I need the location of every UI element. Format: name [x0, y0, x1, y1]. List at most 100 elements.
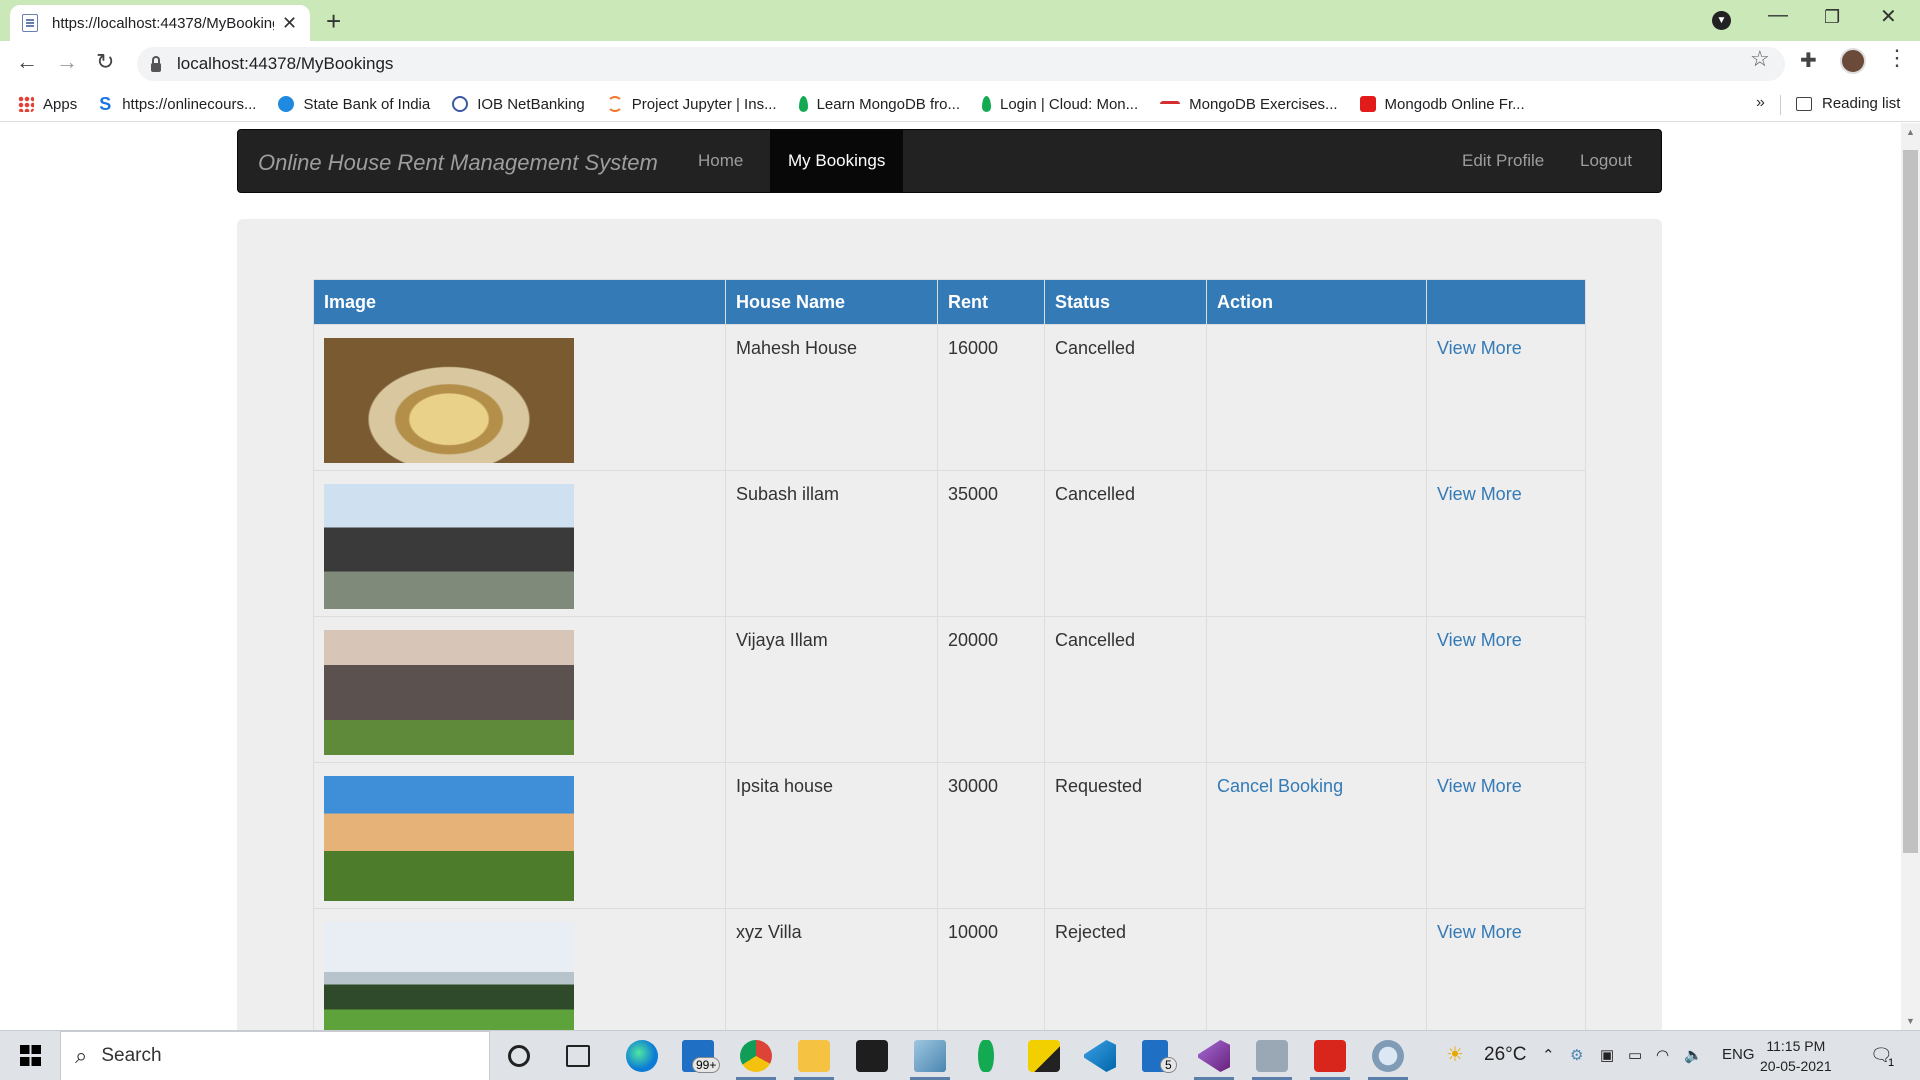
bookmark-star-icon[interactable]: ☆	[1750, 46, 1770, 72]
view-more-link[interactable]: View More	[1437, 922, 1522, 942]
mongodb-compass-icon[interactable]	[978, 1040, 994, 1072]
task-view-icon[interactable]	[566, 1045, 590, 1067]
mongodb-leaf-icon	[798, 96, 808, 112]
nav-edit-profile[interactable]: Edit Profile	[1444, 130, 1562, 192]
show-hidden-icons-icon[interactable]: ⌃	[1542, 1046, 1555, 1064]
bookmark-jupyter[interactable]: Project Jupyter | Ins...	[606, 96, 777, 113]
image-cell	[313, 616, 726, 763]
tools-app-icon[interactable]	[1256, 1040, 1288, 1072]
view-more-link[interactable]: View More	[1437, 484, 1522, 504]
view-more-link[interactable]: View More	[1437, 630, 1522, 650]
house-name-cell: Vijaya Illam	[725, 616, 938, 763]
image-cell	[313, 908, 726, 1030]
bookmark-apps[interactable]: Apps	[18, 96, 77, 113]
windows-start-icon[interactable]	[20, 1045, 41, 1066]
nav-logout[interactable]: Logout	[1562, 130, 1650, 192]
scroll-up-icon[interactable]: ▲	[1906, 127, 1915, 137]
profile-avatar[interactable]	[1840, 48, 1866, 74]
bookmark-mongodb-cloud[interactable]: Login | Cloud: Mon...	[982, 96, 1138, 113]
w3resource-icon	[1160, 101, 1181, 107]
bookmark-sbi[interactable]: State Bank of India	[278, 96, 430, 113]
minimize-icon[interactable]: —	[1768, 4, 1788, 27]
bookmarks-bar: Apps Shttps://onlinecours... State Bank …	[0, 87, 1920, 122]
tray-device-icon[interactable]: ▣	[1600, 1046, 1614, 1064]
visual-studio-icon[interactable]	[1198, 1040, 1230, 1072]
tray-app-icon[interactable]: ⚙	[1570, 1046, 1583, 1064]
address-bar[interactable]	[137, 47, 1785, 81]
close-window-icon[interactable]: ✕	[1880, 4, 1897, 29]
close-tab-icon[interactable]: ✕	[282, 13, 297, 34]
vscode-icon[interactable]	[1084, 1040, 1116, 1072]
more-cell: View More	[1426, 908, 1586, 1030]
lock-icon[interactable]	[151, 55, 161, 72]
bookmark-iob[interactable]: IOB NetBanking	[452, 96, 585, 113]
tab-search-icon[interactable]: ▼	[1712, 11, 1731, 30]
rent-cell: 10000	[937, 908, 1045, 1030]
acrobat-icon[interactable]	[1314, 1040, 1346, 1072]
scroll-down-icon[interactable]: ▼	[1906, 1016, 1915, 1026]
page-scrollbar[interactable]: ▲ ▼	[1901, 123, 1920, 1030]
status-cell: Cancelled	[1044, 616, 1207, 763]
browser-menu-icon[interactable]: ⋮	[1886, 45, 1908, 71]
browser-toolbar: ← → ↻ ☆ ✚ ⋮	[0, 41, 1920, 87]
table-row: Ipsita house 30000 Requested Cancel Book…	[313, 762, 1586, 909]
house-name-cell: xyz Villa	[725, 908, 938, 1030]
forward-icon[interactable]: →	[56, 49, 78, 75]
bookmark-mongodb-exercises[interactable]: MongoDB Exercises...	[1160, 96, 1338, 113]
cancel-booking-link[interactable]: Cancel Booking	[1217, 776, 1343, 796]
table-row: xyz Villa 10000 Rejected View More	[313, 908, 1586, 1030]
bookmark-learn-mongodb[interactable]: Learn MongoDB fro...	[798, 96, 960, 113]
action-cell	[1206, 470, 1427, 617]
view-more-link[interactable]: View More	[1437, 338, 1522, 358]
scrollbar-thumb[interactable]	[1903, 150, 1918, 853]
action-cell: Cancel Booking	[1206, 762, 1427, 909]
more-bookmarks-icon[interactable]: »	[1756, 94, 1765, 112]
bookmark-mongodb-online[interactable]: Mongodb Online Fr...	[1359, 96, 1525, 113]
house-image	[324, 484, 574, 609]
search-placeholder: Search	[101, 1045, 162, 1066]
file-explorer-icon[interactable]	[798, 1040, 830, 1072]
status-cell: Requested	[1044, 762, 1207, 909]
more-cell: View More	[1426, 324, 1586, 471]
back-icon[interactable]: ←	[16, 49, 38, 75]
table-row: Vijaya Illam 20000 Cancelled View More	[313, 616, 1586, 763]
column-header-image: Image	[313, 279, 726, 325]
cortana-icon[interactable]	[508, 1045, 530, 1067]
volume-icon[interactable]: 🔈	[1684, 1046, 1703, 1064]
clock-time: 11:15 PM	[1766, 1038, 1826, 1054]
bookmark-onlinecourses[interactable]: Shttps://onlinecours...	[99, 95, 256, 113]
tab-strip: https://localhost:44378/MyBookings ✕ + ▼…	[0, 0, 1920, 41]
edge-icon[interactable]	[626, 1040, 658, 1072]
column-header-more	[1426, 279, 1586, 325]
weather-icon[interactable]: ☀	[1446, 1042, 1464, 1067]
chrome-icon[interactable]	[740, 1040, 772, 1072]
site-brand[interactable]: Online House Rent Management System	[258, 150, 658, 176]
reading-list-button[interactable]: Reading list	[1796, 95, 1900, 112]
nav-home[interactable]: Home	[680, 130, 761, 192]
url-input[interactable]	[177, 54, 1577, 74]
settings-app-icon[interactable]	[1372, 1040, 1404, 1072]
browser-tab[interactable]: https://localhost:44378/MyBookings ✕	[10, 5, 310, 41]
sticky-notes-icon[interactable]	[1028, 1040, 1060, 1072]
mail-badge: 99+	[692, 1057, 721, 1073]
mongodb-leaf-icon	[982, 96, 991, 112]
reload-icon[interactable]: ↻	[96, 49, 114, 75]
rent-cell: 16000	[937, 324, 1045, 471]
tab-title: https://localhost:44378/MyBookings	[52, 14, 274, 32]
new-tab-button[interactable]: +	[326, 6, 341, 37]
notification-count: 1	[1888, 1057, 1895, 1069]
view-more-link[interactable]: View More	[1437, 776, 1522, 796]
app-icon[interactable]	[914, 1040, 946, 1072]
clock[interactable]: 11:15 PM 20-05-2021	[1760, 1036, 1832, 1076]
nav-my-bookings[interactable]: My Bookings	[770, 130, 904, 192]
column-header-house-name: House Name	[725, 279, 938, 325]
wifi-icon[interactable]: ◠	[1656, 1046, 1669, 1064]
battery-icon[interactable]: ▭	[1628, 1046, 1642, 1064]
extensions-puzzle-icon[interactable]: ✚	[1800, 48, 1817, 73]
restore-icon[interactable]: ❐	[1824, 7, 1840, 28]
terminal-icon[interactable]	[856, 1040, 888, 1072]
page-viewport: Online House Rent Management System Home…	[0, 123, 1901, 1030]
language-indicator[interactable]: ENG	[1722, 1046, 1755, 1063]
temperature-label[interactable]: 26°C	[1484, 1044, 1526, 1066]
taskbar-search[interactable]: ⌕ Search	[60, 1031, 490, 1080]
